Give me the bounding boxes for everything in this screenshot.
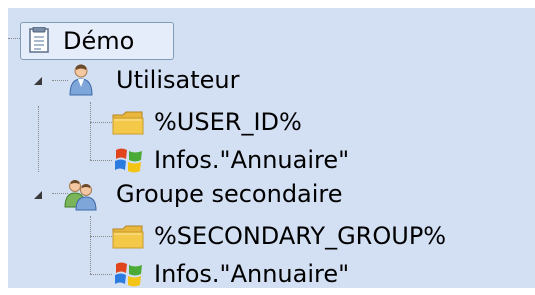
- tree-line: [8, 38, 20, 39]
- expander-icon[interactable]: [32, 75, 44, 87]
- tree-line: [90, 236, 112, 237]
- expander-icon[interactable]: [32, 189, 44, 201]
- tree-node-label: Utilisateur: [116, 66, 240, 94]
- tree-node-infos-annuaire-2[interactable]: Infos."Annuaire": [112, 257, 412, 291]
- tree-line: [90, 216, 91, 274]
- tree-line: [90, 274, 112, 275]
- tree-node-utilisateur[interactable]: Utilisateur: [30, 63, 330, 99]
- tree-node-label: %SECONDARY_GROUP%: [154, 222, 447, 250]
- folder-icon: [112, 225, 144, 249]
- windows-logo-icon: [115, 262, 142, 287]
- tree-panel: Démo Utilisateur %USER_ID% Infos."Annuai…: [8, 8, 535, 288]
- tree-node-groupe-secondaire[interactable]: Groupe secondaire: [30, 177, 430, 213]
- tree-node-label: Groupe secondaire: [116, 180, 343, 208]
- tree-line: [90, 160, 112, 161]
- tree-line: [38, 106, 39, 172]
- tree-node-root[interactable]: Démo: [20, 22, 174, 60]
- windows-logo-icon: [115, 148, 142, 173]
- tree-line: [90, 122, 112, 123]
- tree-node-infos-annuaire[interactable]: Infos."Annuaire": [112, 143, 412, 177]
- tree-node-label: Démo: [63, 27, 135, 55]
- tree-node-label: Infos."Annuaire": [154, 146, 350, 174]
- tree-node-secondary-group[interactable]: %SECONDARY_GROUP%: [112, 219, 532, 253]
- folder-icon: [112, 111, 144, 135]
- tree-node-label: Infos."Annuaire": [154, 260, 350, 288]
- tree-node-label: %USER_ID%: [154, 108, 302, 136]
- tree-node-user-id[interactable]: %USER_ID%: [112, 105, 372, 139]
- user-icon: [69, 64, 93, 96]
- tree-line: [90, 102, 91, 160]
- document-icon: [29, 27, 49, 53]
- group-icon: [64, 180, 97, 211]
